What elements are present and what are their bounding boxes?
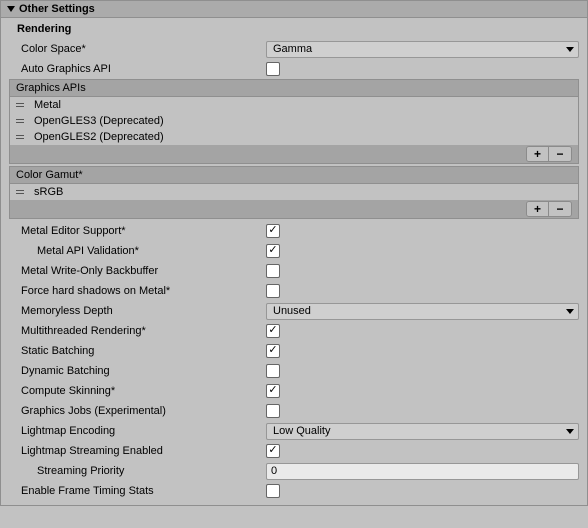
row-graphics-jobs: Graphics Jobs (Experimental) <box>5 401 583 421</box>
other-settings-panel: Other Settings Rendering Color Space* Ga… <box>0 0 588 506</box>
force-hard-shadows-checkbox[interactable] <box>266 284 280 298</box>
lightmap-streaming-enabled-checkbox[interactable] <box>266 444 280 458</box>
graphics-jobs-label: Graphics Jobs (Experimental) <box>9 405 266 417</box>
streaming-priority-field[interactable]: 0 <box>266 463 579 480</box>
drag-handle-icon[interactable] <box>16 103 24 107</box>
remove-button[interactable]: − <box>549 202 571 216</box>
compute-skinning-label: Compute Skinning* <box>9 385 266 397</box>
lightmap-streaming-enabled-label: Lightmap Streaming Enabled <box>9 445 266 457</box>
auto-graphics-api-label: Auto Graphics API <box>9 63 266 75</box>
dynamic-batching-label: Dynamic Batching <box>9 365 266 377</box>
static-batching-label: Static Batching <box>9 345 266 357</box>
row-metal-write-only-backbuffer: Metal Write-Only Backbuffer <box>5 261 583 281</box>
row-memoryless-depth: Memoryless Depth Unused <box>5 301 583 321</box>
chevron-down-icon <box>566 47 574 52</box>
enable-frame-timing-stats-checkbox[interactable] <box>266 484 280 498</box>
metal-api-validation-label: Metal API Validation* <box>9 245 266 257</box>
memoryless-depth-label: Memoryless Depth <box>9 305 266 317</box>
color-space-label: Color Space* <box>9 43 266 55</box>
dynamic-batching-checkbox[interactable] <box>266 364 280 378</box>
metal-write-only-backbuffer-label: Metal Write-Only Backbuffer <box>9 265 266 277</box>
streaming-priority-value: 0 <box>271 465 277 477</box>
metal-editor-support-checkbox[interactable] <box>266 224 280 238</box>
list-item-label: sRGB <box>34 186 63 198</box>
list-buttons: + − <box>526 201 572 217</box>
metal-api-validation-checkbox[interactable] <box>266 244 280 258</box>
lightmap-encoding-value: Low Quality <box>273 425 330 437</box>
section-content: Rendering Color Space* Gamma Auto Graphi… <box>1 18 587 505</box>
section-header[interactable]: Other Settings <box>1 1 587 18</box>
graphics-apis-list: Graphics APIs Metal OpenGLES3 (Deprecate… <box>9 79 579 164</box>
rendering-title: Rendering <box>5 21 583 39</box>
list-item[interactable]: Metal <box>10 97 578 113</box>
foldout-icon <box>7 6 15 12</box>
graphics-apis-footer: + − <box>10 145 578 163</box>
row-lightmap-encoding: Lightmap Encoding Low Quality <box>5 421 583 441</box>
list-item[interactable]: OpenGLES3 (Deprecated) <box>10 113 578 129</box>
list-item-label: OpenGLES3 (Deprecated) <box>34 115 164 127</box>
force-hard-shadows-label: Force hard shadows on Metal* <box>9 285 266 297</box>
compute-skinning-checkbox[interactable] <box>266 384 280 398</box>
multithreaded-rendering-checkbox[interactable] <box>266 324 280 338</box>
add-button[interactable]: + <box>527 147 549 161</box>
row-compute-skinning: Compute Skinning* <box>5 381 583 401</box>
drag-handle-icon[interactable] <box>16 135 24 139</box>
color-gamut-rows: sRGB <box>10 184 578 200</box>
color-space-dropdown[interactable]: Gamma <box>266 41 579 58</box>
graphics-jobs-checkbox[interactable] <box>266 404 280 418</box>
chevron-down-icon <box>566 309 574 314</box>
row-auto-graphics-api: Auto Graphics API <box>5 59 583 79</box>
chevron-down-icon <box>566 429 574 434</box>
drag-handle-icon[interactable] <box>16 119 24 123</box>
row-dynamic-batching: Dynamic Batching <box>5 361 583 381</box>
list-item[interactable]: sRGB <box>10 184 578 200</box>
color-space-value: Gamma <box>273 43 312 55</box>
memoryless-depth-value: Unused <box>273 305 311 317</box>
lightmap-encoding-dropdown[interactable]: Low Quality <box>266 423 579 440</box>
metal-write-only-backbuffer-checkbox[interactable] <box>266 264 280 278</box>
list-item-label: Metal <box>34 99 61 111</box>
graphics-apis-rows: Metal OpenGLES3 (Deprecated) OpenGLES2 (… <box>10 97 578 145</box>
multithreaded-rendering-label: Multithreaded Rendering* <box>9 325 266 337</box>
section-title: Other Settings <box>19 3 95 15</box>
enable-frame-timing-stats-label: Enable Frame Timing Stats <box>9 485 266 497</box>
graphics-apis-header: Graphics APIs <box>10 80 578 97</box>
color-gamut-header: Color Gamut* <box>10 167 578 184</box>
auto-graphics-api-checkbox[interactable] <box>266 62 280 76</box>
memoryless-depth-dropdown[interactable]: Unused <box>266 303 579 320</box>
row-metal-editor-support: Metal Editor Support* <box>5 221 583 241</box>
row-streaming-priority: Streaming Priority 0 <box>5 461 583 481</box>
row-color-space: Color Space* Gamma <box>5 39 583 59</box>
drag-handle-icon[interactable] <box>16 190 24 194</box>
list-item-label: OpenGLES2 (Deprecated) <box>34 131 164 143</box>
color-gamut-footer: + − <box>10 200 578 218</box>
static-batching-checkbox[interactable] <box>266 344 280 358</box>
row-force-hard-shadows: Force hard shadows on Metal* <box>5 281 583 301</box>
metal-editor-support-label: Metal Editor Support* <box>9 225 266 237</box>
list-buttons: + − <box>526 146 572 162</box>
row-metal-api-validation: Metal API Validation* <box>5 241 583 261</box>
streaming-priority-label: Streaming Priority <box>9 465 266 477</box>
remove-button[interactable]: − <box>549 147 571 161</box>
row-lightmap-streaming-enabled: Lightmap Streaming Enabled <box>5 441 583 461</box>
add-button[interactable]: + <box>527 202 549 216</box>
lightmap-encoding-label: Lightmap Encoding <box>9 425 266 437</box>
row-multithreaded-rendering: Multithreaded Rendering* <box>5 321 583 341</box>
list-item[interactable]: OpenGLES2 (Deprecated) <box>10 129 578 145</box>
color-gamut-list: Color Gamut* sRGB + − <box>9 166 579 219</box>
row-static-batching: Static Batching <box>5 341 583 361</box>
row-enable-frame-timing-stats: Enable Frame Timing Stats <box>5 481 583 501</box>
